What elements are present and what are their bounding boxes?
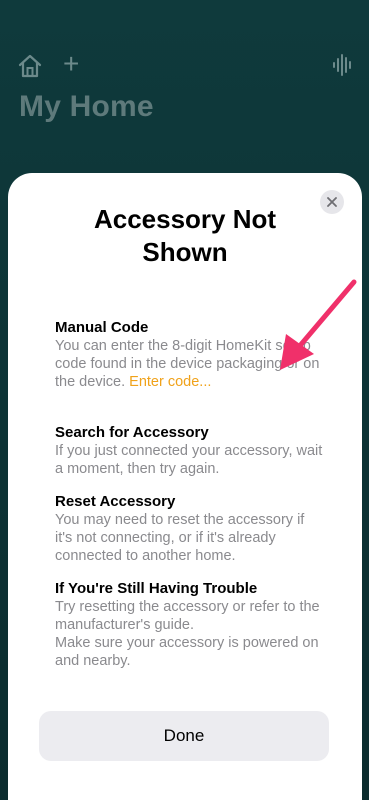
waveform-icon[interactable] bbox=[332, 53, 354, 77]
plus-icon[interactable]: + bbox=[63, 50, 79, 78]
reset-accessory-section: Reset Accessory You may need to reset th… bbox=[55, 493, 325, 565]
section-body-extra: Make sure your accessory is powered on a… bbox=[55, 635, 319, 669]
arrow-annotation bbox=[280, 279, 357, 370]
section-body: If you just connected your accessory, wa… bbox=[55, 443, 323, 477]
section-heading: Search for Accessory bbox=[55, 424, 209, 441]
home-header: + My Home bbox=[0, 0, 369, 180]
sheet-title: Accessory Not Shown bbox=[93, 204, 277, 267]
close-icon bbox=[327, 197, 337, 207]
home-icon[interactable] bbox=[17, 53, 43, 79]
search-accessory-section: Search for Accessory If you just connect… bbox=[55, 424, 325, 478]
section-body: Try resetting the accessory or refer to … bbox=[55, 599, 320, 633]
trouble-section: If You're Still Having Trouble Try reset… bbox=[55, 580, 325, 670]
section-heading: If You're Still Having Trouble bbox=[55, 580, 258, 597]
accessory-not-shown-sheet: Accessory Not Shown Manual Code You can … bbox=[8, 173, 362, 800]
section-heading: Reset Accessory bbox=[55, 493, 176, 510]
done-button[interactable]: Done bbox=[39, 711, 329, 761]
section-body: You may need to reset the accessory if i… bbox=[55, 512, 305, 564]
home-title: My Home bbox=[19, 90, 154, 123]
close-button[interactable] bbox=[320, 190, 344, 214]
enter-code-link[interactable]: Enter code... bbox=[129, 374, 211, 390]
